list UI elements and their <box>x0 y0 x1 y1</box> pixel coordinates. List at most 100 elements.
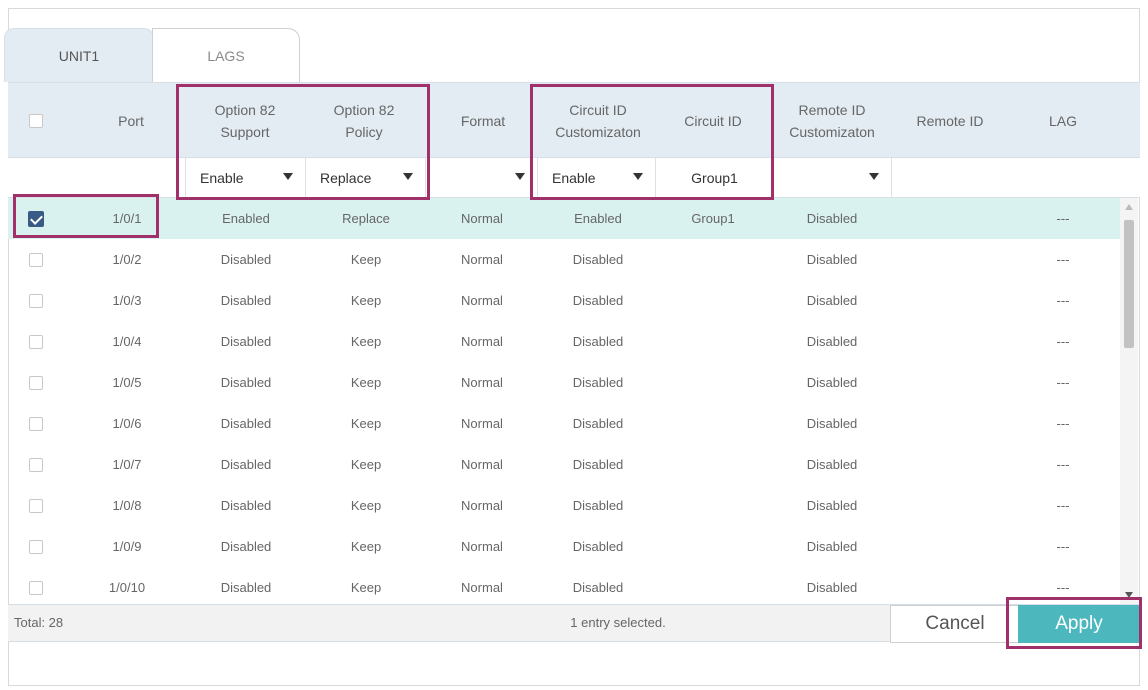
option82-support-select[interactable]: Enable <box>186 158 306 198</box>
lag-cell: --- <box>1056 498 1070 513</box>
table-row[interactable]: 1/0/2 Disabled Keep Normal Disabled Disabled -… <box>8 239 1120 280</box>
option82-policy-select[interactable]: Replace <box>306 158 426 198</box>
header-option82-support: Option 82 Support <box>214 102 276 140</box>
table-row[interactable]: 1/0/3 Disabled Keep Normal Disabled Disabled -… <box>8 280 1120 321</box>
row-checkbox-cell[interactable] <box>8 239 64 280</box>
remote-id-cell <box>892 526 1010 567</box>
remote-id-customization-select[interactable] <box>774 158 892 198</box>
row-checkbox-cell[interactable] <box>8 485 64 526</box>
port-cell: 1/0/1 <box>112 211 142 226</box>
circuit-id-cell <box>658 239 768 280</box>
row-checkbox[interactable] <box>29 293 43 308</box>
circuit-id-cell <box>658 444 768 485</box>
option82-policy-cell: Keep <box>350 416 382 431</box>
format-select[interactable] <box>426 158 538 198</box>
remote-id-customization-cell: Disabled <box>806 334 858 349</box>
format-cell: Normal <box>461 293 503 308</box>
table-row[interactable]: 1/0/8 Disabled Keep Normal Disabled Disabled -… <box>8 485 1120 526</box>
option82-support-cell: Disabled <box>220 416 272 431</box>
table-row[interactable]: 1/0/1 Enabled Replace Normal Enabled Group1 Di… <box>8 198 1120 239</box>
format-cell: Normal <box>461 457 503 472</box>
circuit-id-input[interactable]: Group1 <box>656 158 774 198</box>
option82-policy-cell: Keep <box>350 457 382 472</box>
chevron-down-icon <box>403 173 413 180</box>
row-checkbox[interactable] <box>29 539 43 554</box>
circuit-id-customization-cell: Disabled <box>572 334 624 349</box>
table-row[interactable]: 1/0/4 Disabled Keep Normal Disabled Disabled -… <box>8 321 1120 362</box>
table-row[interactable]: 1/0/5 Disabled Keep Normal Disabled Disabled -… <box>8 362 1120 403</box>
format-cell: Normal <box>461 498 503 513</box>
option82-support-cell: Disabled <box>220 375 272 390</box>
row-checkbox-cell[interactable] <box>8 362 64 403</box>
row-checkbox[interactable] <box>29 252 43 267</box>
tab-lags[interactable]: LAGS <box>152 28 300 82</box>
remote-id-customization-cell: Disabled <box>806 457 858 472</box>
selection-status: 1 entry selected. <box>570 615 666 630</box>
vertical-scrollbar[interactable] <box>1120 198 1138 604</box>
option82-support-cell: Disabled <box>220 293 272 308</box>
format-cell: Normal <box>461 252 503 267</box>
table-header: Port Option 82 Support Option 82 Policy … <box>8 82 1140 158</box>
select-all-cell[interactable] <box>8 83 64 159</box>
select-all-checkbox[interactable] <box>29 114 43 128</box>
header-option82-policy: Option 82 Policy <box>333 102 395 140</box>
format-cell: Normal <box>461 580 503 595</box>
row-checkbox-cell[interactable] <box>8 444 64 485</box>
row-checkbox-cell[interactable] <box>8 526 64 567</box>
circuit-id-customization-cell: Disabled <box>572 252 624 267</box>
remote-id-cell <box>892 485 1010 526</box>
row-checkbox[interactable] <box>29 580 43 595</box>
lag-cell: --- <box>1056 416 1070 431</box>
port-cell: 1/0/4 <box>112 334 142 349</box>
row-checkbox-cell[interactable] <box>8 280 64 321</box>
scroll-thumb[interactable] <box>1124 220 1134 348</box>
circuit-id-customization-cell: Disabled <box>572 293 624 308</box>
port-cell: 1/0/10 <box>108 580 146 595</box>
table-row[interactable]: 1/0/9 Disabled Keep Normal Disabled Disabled -… <box>8 526 1120 567</box>
format-cell: Normal <box>461 539 503 554</box>
header-lag: LAG <box>1048 113 1077 129</box>
row-checkbox[interactable] <box>29 457 43 472</box>
circuit-id-cell <box>658 280 768 321</box>
circuit-id-customization-cell: Disabled <box>572 416 624 431</box>
row-checkbox[interactable] <box>28 210 44 227</box>
option82-policy-cell: Keep <box>350 293 382 308</box>
option82-policy-cell: Keep <box>350 539 382 554</box>
lag-cell: --- <box>1056 375 1070 390</box>
row-checkbox[interactable] <box>29 498 43 513</box>
port-cell: 1/0/8 <box>112 498 142 513</box>
circuit-id-cell <box>658 567 768 604</box>
circuit-id-cell: Group1 <box>691 211 735 226</box>
row-checkbox-cell[interactable] <box>8 198 64 239</box>
circuit-id-customization-cell: Disabled <box>572 580 624 595</box>
header-format: Format <box>460 113 506 129</box>
scroll-up-arrow-icon[interactable] <box>1125 204 1133 210</box>
row-checkbox[interactable] <box>29 334 43 349</box>
remote-id-cell <box>892 198 1010 239</box>
lag-cell: --- <box>1056 334 1070 349</box>
row-checkbox[interactable] <box>29 416 43 431</box>
row-checkbox-cell[interactable] <box>8 321 64 362</box>
row-checkbox[interactable] <box>29 375 43 390</box>
circuit-id-cell <box>658 526 768 567</box>
option82-policy-cell: Replace <box>342 211 390 226</box>
header-remote-id: Remote ID <box>916 113 984 129</box>
circuit-id-customization-select[interactable]: Enable <box>538 158 656 198</box>
tab-lags-label: LAGS <box>207 47 245 64</box>
cancel-button[interactable]: Cancel <box>890 605 1020 643</box>
table-row[interactable]: 1/0/10 Disabled Keep Normal Disabled Disabled… <box>8 567 1120 604</box>
apply-button[interactable]: Apply <box>1018 605 1140 643</box>
option82-support-cell: Disabled <box>220 580 272 595</box>
chevron-down-icon <box>633 173 643 180</box>
table-row[interactable]: 1/0/7 Disabled Keep Normal Disabled Disabled -… <box>8 444 1120 485</box>
option82-policy-value: Replace <box>320 170 372 186</box>
scroll-down-arrow-icon[interactable] <box>1125 592 1133 598</box>
row-checkbox-cell[interactable] <box>8 403 64 444</box>
option82-support-cell: Disabled <box>220 457 272 472</box>
table-row[interactable]: 1/0/6 Disabled Keep Normal Disabled Disabled -… <box>8 403 1120 444</box>
row-checkbox-cell[interactable] <box>8 567 64 604</box>
tab-unit1[interactable]: UNIT1 <box>4 28 154 82</box>
option82-policy-cell: Keep <box>350 252 382 267</box>
remote-id-customization-cell: Disabled <box>806 498 858 513</box>
remote-id-customization-cell: Disabled <box>806 252 858 267</box>
